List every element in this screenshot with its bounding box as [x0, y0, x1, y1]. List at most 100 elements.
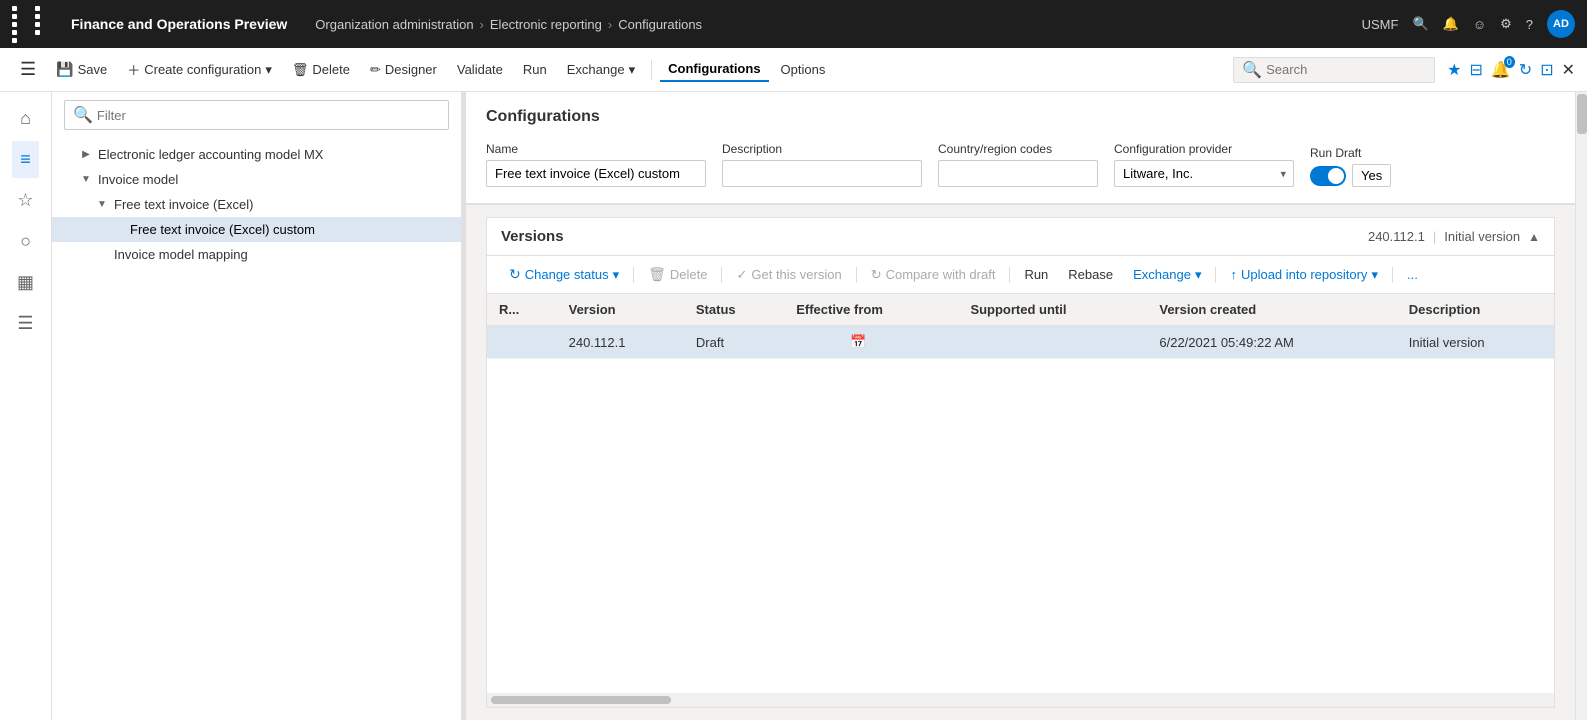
tree-item-invoice-model-mapping[interactable]: Invoice model mapping: [52, 242, 461, 267]
bell-icon[interactable]: 🔔: [1443, 16, 1459, 32]
main-content: Configurations Name Description Country/…: [466, 92, 1575, 720]
description-input[interactable]: [722, 160, 922, 187]
badge-icon[interactable]: 🔔0: [1491, 60, 1511, 80]
horizontal-scrollbar[interactable]: [487, 693, 1554, 707]
description-field: Description: [722, 142, 922, 187]
tree-item-free-text-excel-custom[interactable]: Free text invoice (Excel) custom: [52, 217, 461, 242]
change-status-icon: ↻: [509, 266, 521, 283]
delete-button[interactable]: 🗑 Delete: [284, 58, 358, 82]
cell-effective-from: 📅: [784, 326, 958, 359]
star-icon[interactable]: ★: [1447, 60, 1461, 80]
upload-icon: ↑: [1230, 267, 1237, 282]
configurations-tab[interactable]: Configurations: [660, 57, 768, 82]
versions-toolbar: ↻ Change status ▾ 🗑 Delete ✓ Get this ve…: [487, 256, 1554, 294]
left-sidebar-narrow: ⌂ ≡ ☆ ○ ▦ ☰: [0, 92, 52, 720]
save-button[interactable]: 💾 Save: [48, 57, 115, 82]
col-version: Version: [557, 294, 684, 326]
col-version-created: Version created: [1147, 294, 1396, 326]
options-tab[interactable]: Options: [773, 58, 834, 81]
tree-item-label: Invoice model mapping: [114, 247, 449, 262]
rebase-button[interactable]: Rebase: [1060, 263, 1121, 286]
cell-supported-until: [958, 326, 1147, 359]
list-icon[interactable]: ≡: [12, 141, 39, 178]
close-icon[interactable]: ✕: [1562, 60, 1575, 80]
table-row[interactable]: 240.112.1 Draft 📅 6/22/2021 05:49:22 AM …: [487, 326, 1554, 359]
hamburger-button[interactable]: ☰: [12, 55, 44, 84]
run-draft-toggle[interactable]: [1310, 166, 1346, 186]
scrollbar-thumb[interactable]: [491, 696, 671, 704]
search-icon[interactable]: 🔍: [1412, 16, 1428, 32]
app-title: Finance and Operations Preview: [71, 16, 287, 32]
menu-icon[interactable]: ☰: [9, 305, 41, 342]
version-label: Initial version: [1444, 229, 1520, 244]
upload-dropdown-icon: ▾: [1371, 267, 1378, 283]
versions-collapse-icon[interactable]: ▲: [1528, 230, 1540, 244]
name-input[interactable]: [486, 160, 706, 187]
breadcrumb-config[interactable]: Configurations: [618, 17, 702, 32]
versions-table: R... Version Status Effective from Suppo…: [487, 294, 1554, 359]
tree-item-electronic-ledger[interactable]: ▶ Electronic ledger accounting model MX: [52, 142, 461, 167]
toolbar-search[interactable]: 🔍: [1233, 57, 1435, 83]
config-form: Name Description Country/region codes Co…: [466, 134, 1575, 204]
versions-exchange-button[interactable]: Exchange ▾: [1125, 263, 1209, 287]
expand-icon: ▼: [96, 199, 108, 210]
clock-icon[interactable]: ○: [12, 223, 39, 260]
country-field: Country/region codes: [938, 142, 1098, 187]
tree-item-label: Invoice model: [98, 172, 449, 187]
tree-filter[interactable]: 🔍: [64, 100, 449, 130]
run-toolbar-button[interactable]: Run: [515, 58, 555, 81]
grid-sidebar-icon[interactable]: ▦: [9, 264, 42, 301]
versions-section: Versions 240.112.1 | Initial version ▲ ↻…: [486, 217, 1555, 708]
toolbar-separator: [651, 60, 652, 80]
avatar[interactable]: AD: [1547, 10, 1575, 38]
compare-with-draft-button[interactable]: ↻ Compare with draft: [863, 263, 1004, 287]
validate-button[interactable]: Validate: [449, 58, 511, 81]
versions-title: Versions: [501, 228, 1368, 245]
filter-icon[interactable]: ⊟: [1469, 60, 1482, 80]
tree-item-invoice-model[interactable]: ▼ Invoice model: [52, 167, 461, 192]
home-icon[interactable]: ⌂: [12, 100, 39, 137]
upload-into-repository-button[interactable]: ↑ Upload into repository ▾: [1222, 263, 1386, 287]
get-this-version-button[interactable]: ✓ Get this version: [728, 263, 849, 287]
provider-select[interactable]: Litware, Inc.: [1114, 160, 1294, 187]
breadcrumb: Organization administration › Electronic…: [315, 17, 1353, 32]
versions-table-wrap: R... Version Status Effective from Suppo…: [487, 294, 1554, 693]
version-number: 240.112.1: [1368, 229, 1425, 244]
filter-search-icon: 🔍: [73, 105, 93, 125]
star-sidebar-icon[interactable]: ☆: [9, 182, 41, 219]
change-status-button[interactable]: ↻ Change status ▾: [501, 262, 627, 287]
run-draft-field: Run Draft Yes: [1310, 146, 1391, 187]
search-icon: 🔍: [1242, 60, 1262, 80]
col-supported-until: Supported until: [958, 294, 1147, 326]
scrollbar-thumb-vert[interactable]: [1577, 94, 1587, 134]
search-input[interactable]: [1266, 62, 1426, 77]
app-grid-button[interactable]: [12, 6, 55, 43]
versions-delete-button[interactable]: 🗑 Delete: [640, 262, 715, 287]
col-description: Description: [1397, 294, 1554, 326]
tree-item-free-text-excel[interactable]: ▼ Free text invoice (Excel): [52, 192, 461, 217]
versions-more-button[interactable]: ...: [1399, 263, 1426, 286]
calendar-icon[interactable]: 📅: [850, 334, 866, 349]
smiley-icon[interactable]: ☺: [1473, 17, 1486, 32]
provider-select-wrap[interactable]: Litware, Inc.: [1114, 160, 1294, 187]
breadcrumb-org[interactable]: Organization administration: [315, 17, 473, 32]
settings-icon[interactable]: ⚙: [1500, 16, 1512, 32]
country-input[interactable]: [938, 160, 1098, 187]
exchange-button[interactable]: Exchange ▾: [559, 58, 643, 82]
run-draft-value: Yes: [1352, 164, 1391, 187]
open-new-icon[interactable]: ⊡: [1540, 60, 1553, 80]
provider-label: Configuration provider: [1114, 142, 1294, 156]
refresh-icon[interactable]: ↻: [1519, 60, 1532, 80]
vt-sep: [633, 267, 634, 283]
designer-button[interactable]: ✏ Designer: [362, 58, 445, 82]
help-icon[interactable]: ?: [1526, 17, 1533, 32]
name-field: Name: [486, 142, 706, 187]
vt-sep-4: [1009, 267, 1010, 283]
tree-item-label: Free text invoice (Excel): [114, 197, 449, 212]
breadcrumb-er[interactable]: Electronic reporting: [490, 17, 602, 32]
versions-run-button[interactable]: Run: [1016, 263, 1056, 286]
filter-input[interactable]: [97, 108, 440, 123]
create-configuration-button[interactable]: ＋ Create configuration ▾: [119, 56, 280, 83]
cell-description: Initial version: [1397, 326, 1554, 359]
vertical-scrollbar[interactable]: [1575, 92, 1587, 720]
